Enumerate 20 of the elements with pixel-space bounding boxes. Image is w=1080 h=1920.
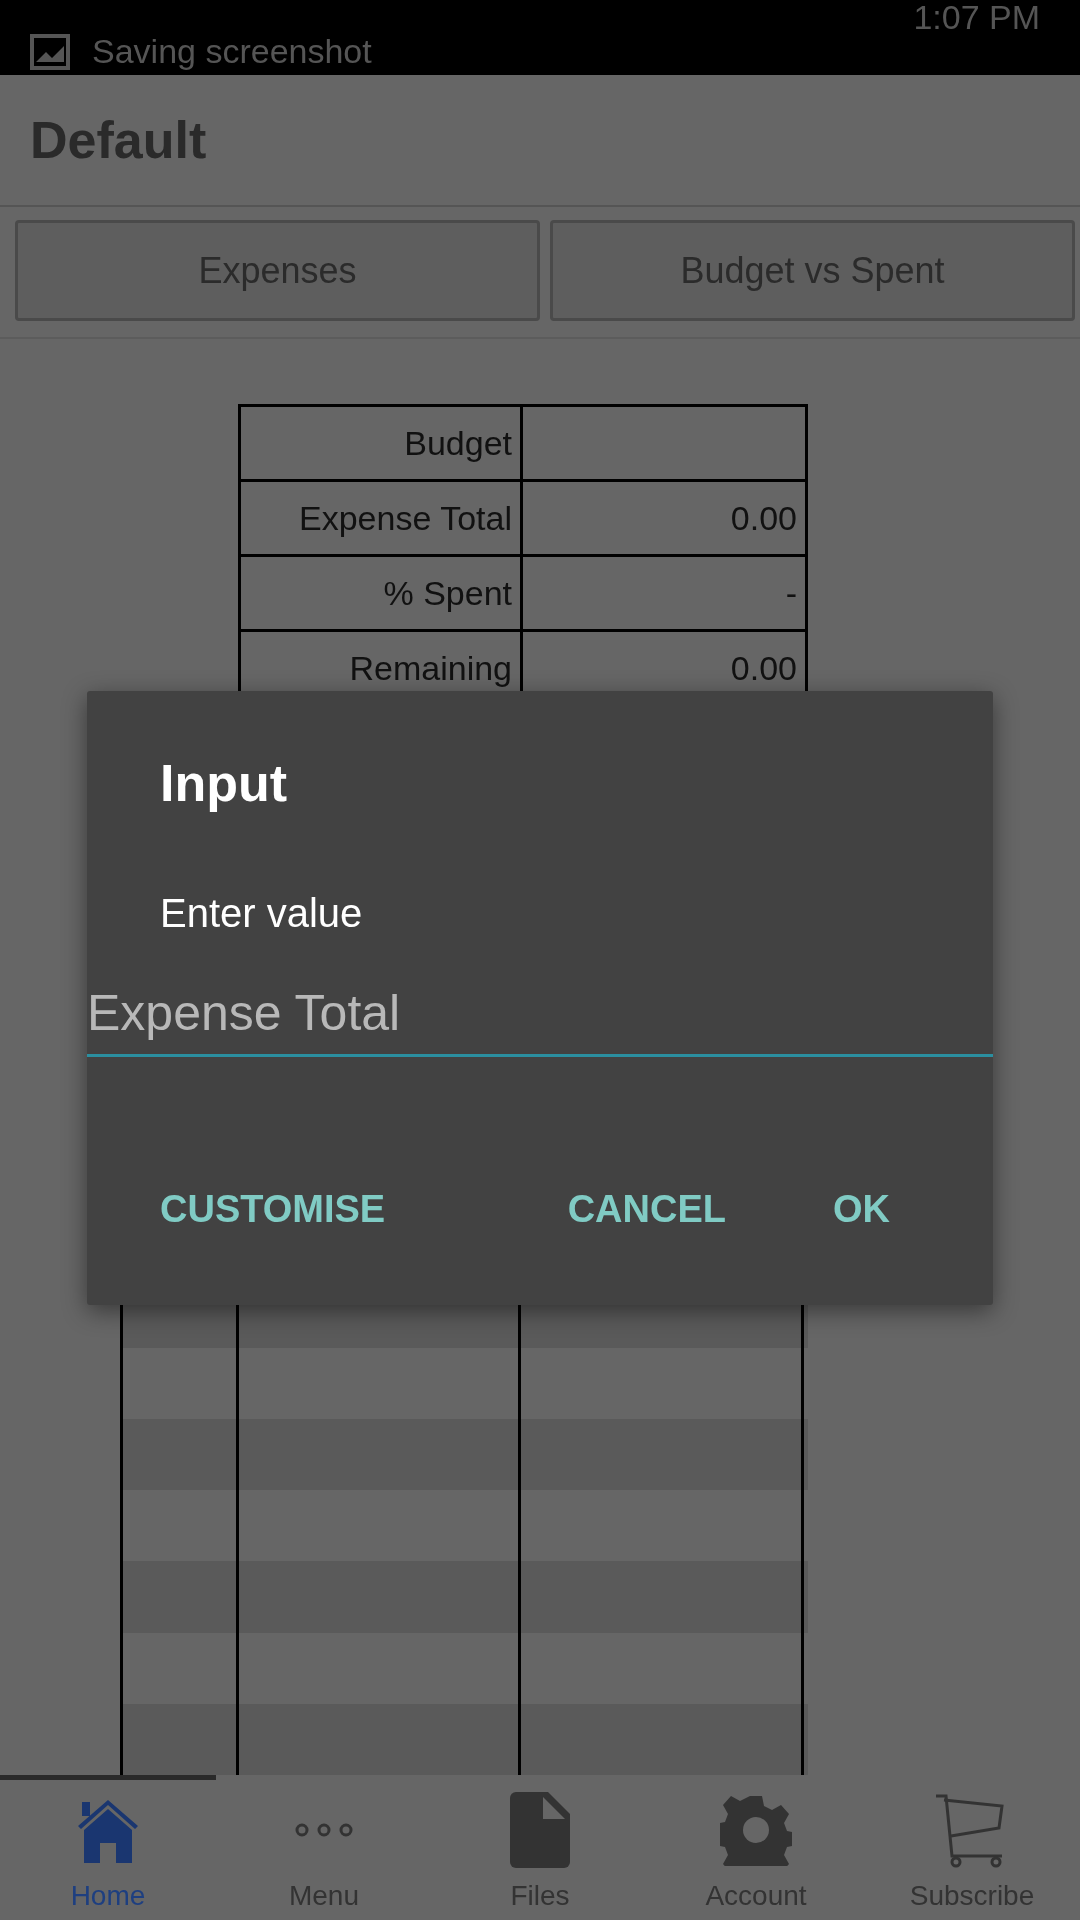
screen-title: Default: [30, 110, 207, 170]
value-field[interactable]: Expense Total: [87, 984, 993, 1057]
notification-text: Saving screenshot: [92, 32, 372, 71]
row-label: % Spent: [241, 557, 523, 629]
gear-icon: [720, 1794, 792, 1866]
row-label: Budget: [241, 407, 523, 479]
file-icon: [510, 1792, 570, 1868]
row-value: -: [784, 572, 798, 614]
dialog-title: Input: [160, 753, 288, 813]
nav-tab[interactable]: Home: [0, 1775, 216, 1920]
dialog-button[interactable]: CANCEL: [534, 1174, 759, 1245]
dialog-button[interactable]: OK: [800, 1174, 923, 1245]
row-value: 0.00: [729, 647, 798, 689]
row-value: 0.00: [729, 497, 798, 539]
status-time: 1:07 PM: [913, 0, 1040, 34]
dialog-message: Enter value: [160, 891, 363, 936]
dialog-button[interactable]: CUSTOMISE: [127, 1174, 419, 1245]
screenshot-icon: [30, 33, 70, 70]
row-label: Expense Total: [241, 482, 523, 554]
more-dots-icon: [294, 1822, 354, 1838]
